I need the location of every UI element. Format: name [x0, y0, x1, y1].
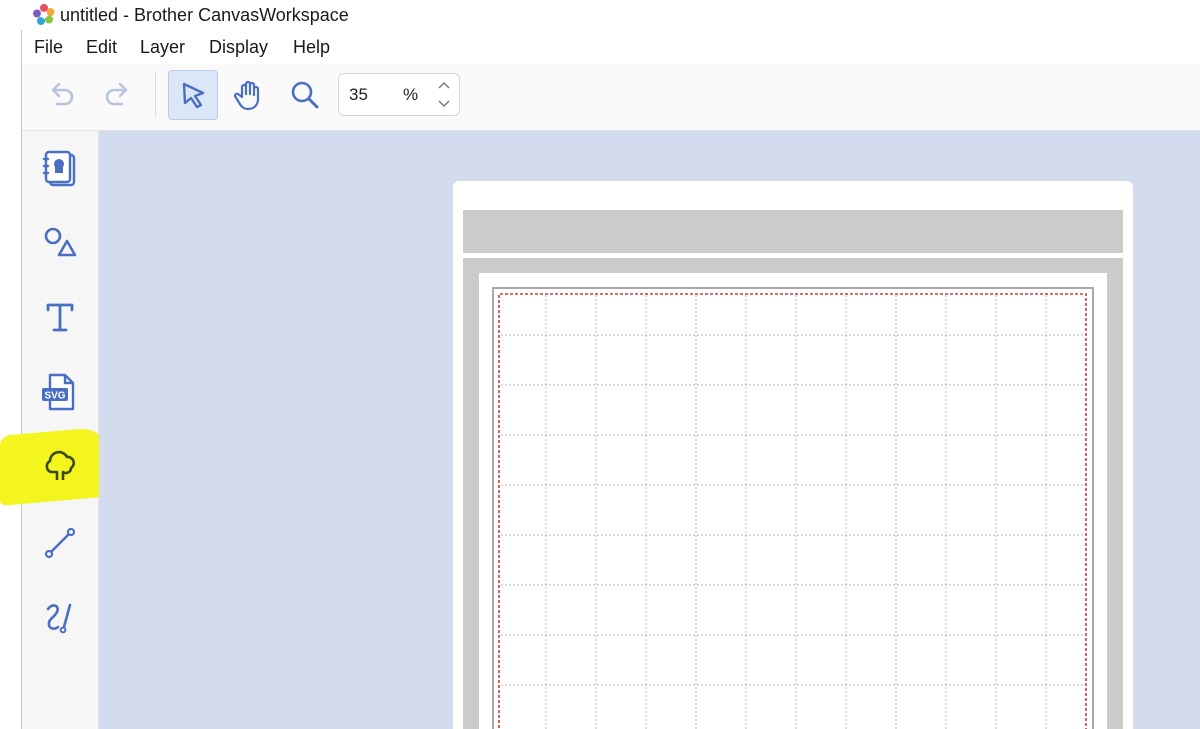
freehand-draw-icon — [46, 603, 72, 634]
shapes-button[interactable] — [36, 219, 84, 267]
zoom-increase-button[interactable] — [429, 75, 459, 95]
mat-grid — [492, 287, 1094, 729]
menu-bar: File Edit Layer Display Help — [22, 34, 1200, 64]
cutting-mat — [463, 258, 1123, 729]
title-bar: untitled - Brother CanvasWorkspace — [0, 0, 1200, 32]
menu-help[interactable]: Help — [293, 37, 330, 58]
zoom-stepper — [429, 74, 459, 115]
canvas-page — [453, 181, 1133, 729]
zoom-decrease-button[interactable] — [429, 94, 459, 114]
mat-cutting-area[interactable] — [479, 273, 1107, 729]
select-pointer-icon — [182, 82, 205, 109]
left-tool-panel: SVG — [0, 131, 112, 729]
text-icon — [46, 303, 74, 332]
mat-header-strip — [463, 210, 1123, 253]
canvas-workspace[interactable] — [99, 131, 1200, 729]
projects-button[interactable] — [36, 145, 84, 193]
line-tool-icon — [44, 527, 76, 559]
toolbar: 35 % — [22, 64, 1200, 131]
menu-edit[interactable]: Edit — [86, 37, 117, 58]
svg-badge-label: SVG — [44, 391, 65, 402]
window-title: untitled - Brother CanvasWorkspace — [60, 5, 349, 25]
draw-tool-button[interactable] — [36, 593, 84, 641]
zoom-unit: % — [403, 85, 419, 104]
patterns-button[interactable] — [36, 441, 84, 489]
zoom-input[interactable]: 35 % — [338, 73, 460, 116]
pan-tool-button[interactable] — [225, 70, 275, 120]
undo-button[interactable] — [37, 70, 87, 120]
chevron-down-icon — [438, 100, 450, 107]
zoom-value[interactable]: 35 — [349, 85, 368, 105]
menu-display[interactable]: Display — [209, 37, 268, 58]
chevron-up-icon — [438, 82, 450, 89]
menu-file[interactable]: File — [34, 37, 63, 58]
menu-layer[interactable]: Layer — [140, 37, 185, 58]
line-tool-button[interactable] — [36, 519, 84, 567]
project-book-icon — [42, 150, 76, 187]
magnifier-icon — [291, 81, 319, 109]
zoom-tool-button[interactable] — [280, 70, 330, 120]
redo-button[interactable] — [92, 70, 142, 120]
toolbar-separator — [155, 72, 156, 118]
canvasworkspace-logo-icon — [33, 4, 55, 25]
select-tool-button[interactable] — [168, 70, 218, 120]
svg-import-button[interactable]: SVG — [36, 369, 84, 417]
shapes-icon — [44, 227, 77, 257]
tree-pattern-icon — [45, 450, 76, 480]
undo-icon — [51, 82, 74, 106]
svg-file-icon: SVG — [42, 373, 75, 411]
text-button[interactable] — [36, 293, 84, 341]
hand-pan-icon — [233, 80, 260, 111]
redo-icon — [105, 82, 128, 106]
